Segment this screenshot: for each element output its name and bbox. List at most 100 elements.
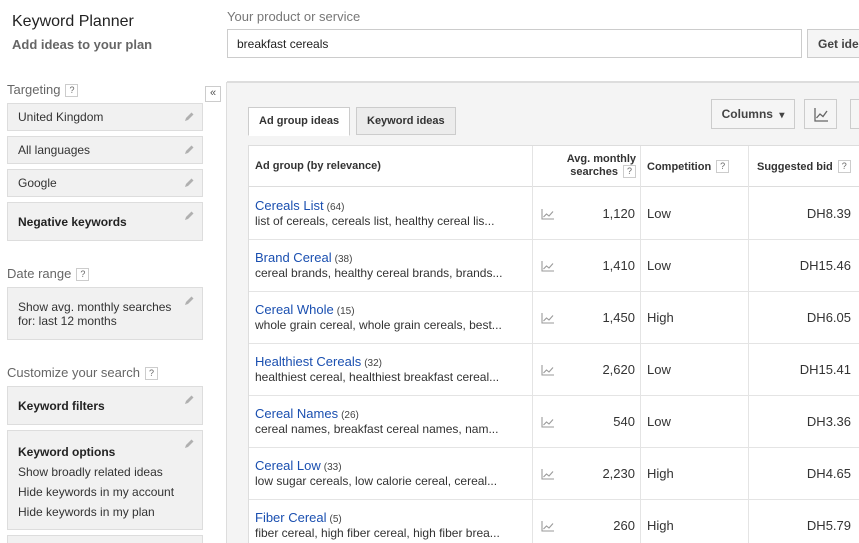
avg-monthly-searches: 1,450 [602, 310, 635, 325]
help-icon[interactable]: ? [144, 367, 158, 380]
help-icon[interactable]: ? [623, 165, 636, 178]
targeting-location[interactable]: United Kingdom [7, 103, 203, 131]
ad-group-link[interactable]: Cereal Whole [255, 302, 334, 317]
ad-group-count: (26) [341, 410, 359, 421]
competition-value: High [647, 518, 674, 533]
keyword-option-item: Hide keywords in my plan [18, 505, 155, 519]
product-label: Your product or service [227, 9, 361, 24]
targeting-network-label: Google [18, 176, 57, 190]
chart-toggle-button[interactable] [804, 99, 837, 129]
competition-value: Low [647, 258, 671, 273]
date-range-line: Show avg. monthly searches [18, 300, 172, 314]
date-range-label: Date range? [7, 266, 90, 281]
ad-group-count: (5) [329, 514, 342, 525]
ad-group-cell: Cereal Names (26) cereal names, breakfast … [255, 406, 527, 436]
competition-value: Low [647, 362, 671, 377]
help-icon[interactable]: ? [65, 84, 79, 97]
keyword-option-item: Show broadly related ideas [18, 465, 163, 479]
suggested-bid-value: DH3.36 [806, 414, 851, 429]
ad-group-count: (32) [364, 358, 383, 369]
col-header-searches-line1: Avg. monthly [566, 153, 636, 165]
col-header-searches[interactable]: Avg. monthly searches? [555, 153, 636, 178]
ad-group-link[interactable]: Cereal Names [255, 406, 338, 421]
pencil-icon [185, 145, 194, 154]
column-divider [532, 146, 533, 543]
table-row: Cereal Low (33) low sugar cereals, low cal… [249, 448, 859, 500]
ad-group-cell: Healthiest Cereals (32) healthiest cereal,… [255, 354, 527, 384]
columns-button[interactable]: Columns ▾ [711, 99, 795, 129]
ad-group-count: (33) [323, 462, 342, 473]
table-row: Brand Cereal (38) cereal brands, healthy c… [249, 240, 859, 292]
help-icon[interactable]: ? [716, 160, 730, 173]
ad-group-link[interactable]: Cereals List [255, 198, 324, 213]
suggested-bid-value: DH15.41 [799, 362, 851, 377]
competition-value: High [647, 310, 674, 325]
table-row: Fiber Cereal (5) fiber cereal, high fiber … [249, 500, 859, 543]
ad-group-keywords: whole grain cereal, whole grain cereals,… [255, 318, 502, 332]
avg-monthly-searches: 2,620 [602, 362, 635, 377]
avg-monthly-searches: 540 [613, 414, 635, 429]
get-ideas-button[interactable]: Get ideas [807, 29, 859, 58]
table-row: Cereal Names (26) cereal names, breakfast … [249, 396, 859, 448]
targeting-label: Targeting? [7, 82, 79, 97]
suggested-bid-value: DH15.46 [799, 258, 851, 273]
suggested-bid-value: DH4.65 [806, 466, 851, 481]
pencil-icon [185, 395, 194, 404]
ad-group-link[interactable]: Fiber Cereal [255, 510, 327, 525]
ad-group-keywords: cereal names, breakfast cereal names, na… [255, 422, 499, 436]
competition-value: Low [647, 206, 671, 221]
ad-group-keywords: healthiest cereal, healthiest breakfast … [255, 370, 500, 384]
table-row: Healthiest Cereals (32) healthiest cereal,… [249, 344, 859, 396]
col-header-suggested-bid[interactable]: Suggested bid? [757, 160, 851, 173]
sidebar-next-panel[interactable] [7, 535, 203, 543]
keyword-option-item: Hide keywords in my account [18, 485, 175, 499]
help-icon[interactable]: ? [76, 268, 90, 281]
customize-search-label: Customize your search? [7, 365, 158, 380]
product-search-input[interactable] [227, 29, 802, 58]
negative-keywords[interactable]: Negative keywords [7, 202, 203, 241]
more-options-button[interactable] [850, 99, 859, 129]
targeting-language-label: All languages [18, 143, 91, 157]
date-range-setting[interactable]: Show avg. monthly searches for: last 12 … [7, 287, 203, 340]
pencil-icon [185, 178, 194, 187]
pencil-icon [185, 211, 194, 220]
collapse-sidebar-button[interactable]: « [205, 86, 221, 102]
column-divider [748, 146, 749, 543]
tab-keyword-ideas[interactable]: Keyword ideas [356, 107, 456, 135]
ad-group-keywords: low sugar cereals, low calorie cereal, c… [255, 474, 498, 488]
ad-group-cell: Cereal Whole (15) whole grain cereal, whol… [255, 302, 527, 332]
avg-monthly-searches: 2,230 [602, 466, 635, 481]
col-header-competition[interactable]: Competition? [647, 160, 730, 173]
ad-group-link[interactable]: Cereal Low [255, 458, 321, 473]
help-icon[interactable]: ? [837, 160, 851, 173]
targeting-network[interactable]: Google [7, 169, 203, 197]
tab-ad-group-ideas[interactable]: Ad group ideas [248, 107, 351, 136]
ad-group-cell: Fiber Cereal (5) fiber cereal, high fiber … [255, 510, 527, 540]
col-header-ad-group[interactable]: Ad group (by relevance) [255, 160, 381, 172]
targeting-language[interactable]: All languages [7, 136, 203, 164]
keyword-filters-label: Keyword filters [18, 399, 105, 413]
ad-group-keywords: fiber cereal, high fiber cereal, high fi… [255, 526, 500, 540]
keyword-filters[interactable]: Keyword filters [7, 386, 203, 425]
ad-group-count: (38) [334, 254, 353, 265]
ad-group-cell: Brand Cereal (38) cereal brands, healthy c… [255, 250, 527, 280]
table-header: Ad group (by relevance) Avg. monthly sea… [249, 146, 859, 187]
column-divider [640, 146, 641, 543]
keyword-options[interactable]: Keyword options Show broadly related ide… [7, 430, 203, 530]
ad-group-keywords: cereal brands, healthy cereal brands, br… [255, 266, 503, 280]
suggested-bid-value: DH5.79 [806, 518, 851, 533]
table-row: Cereal Whole (15) whole grain cereal, whol… [249, 292, 859, 344]
negative-keywords-label: Negative keywords [18, 215, 127, 229]
avg-monthly-searches: 1,120 [602, 206, 635, 221]
pencil-icon [185, 439, 194, 448]
ad-group-link[interactable]: Healthiest Cereals [255, 354, 361, 369]
ad-group-cell: Cereals List (64) list of cereals, cereals… [255, 198, 527, 228]
ad-group-keywords: list of cereals, cereals list, healthy c… [255, 214, 495, 228]
targeting-location-label: United Kingdom [18, 110, 104, 124]
keyword-options-label: Keyword options [18, 445, 116, 459]
ad-group-link[interactable]: Brand Cereal [255, 250, 332, 265]
suggested-bid-value: DH8.39 [806, 206, 851, 221]
suggested-bid-value: DH6.05 [806, 310, 851, 325]
app-title: Keyword Planner [12, 13, 134, 30]
avg-monthly-searches: 260 [613, 518, 635, 533]
